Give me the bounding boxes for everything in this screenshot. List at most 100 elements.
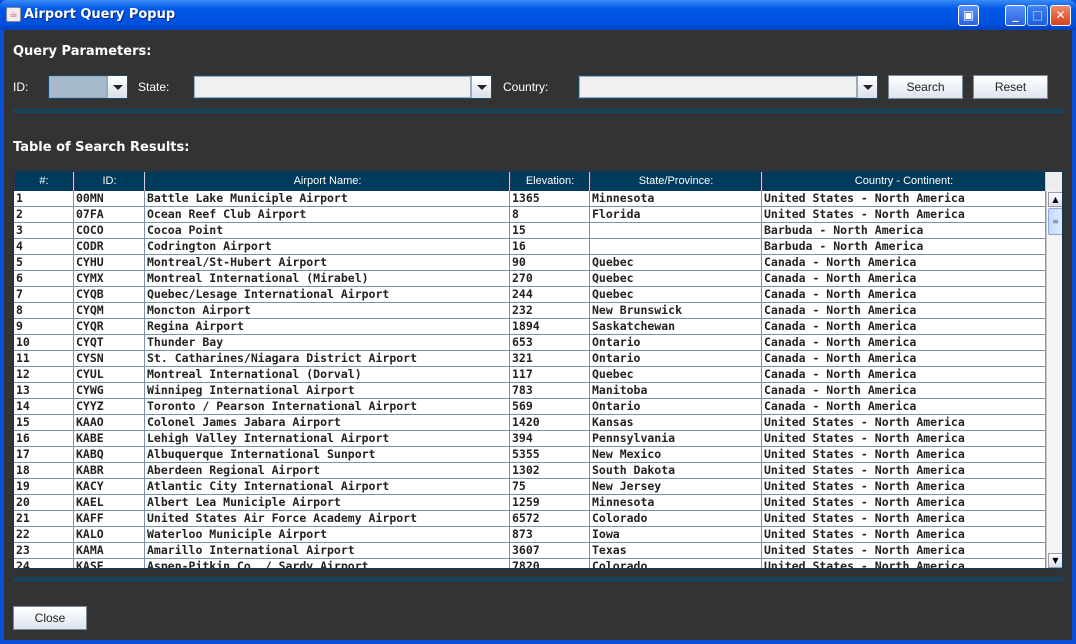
table-row[interactable]: 24 KASE Aspen-Pitkin Co. / Sardy Airport 78… — [14, 559, 1046, 568]
table-row[interactable]: 15 KAAO Colonel James Jabara Airport 1420 Ka… — [14, 415, 1046, 431]
table-header: #: ID: Airport Name: Elevation: State/Provin… — [14, 172, 1046, 191]
table-row[interactable]: 10 CYQT Thunder Bay 653 Ontario Canada - Nort… — [14, 335, 1046, 351]
cell-country-continent: Canada - North America — [762, 399, 1046, 415]
cell-state-province: Colorado — [590, 559, 762, 568]
scroll-up-icon[interactable]: ▲ — [1048, 192, 1062, 207]
table-row[interactable]: 9 CYQR Regina Airport 1894 Saskatchewan Canad… — [14, 319, 1046, 335]
column-header-airport-name[interactable]: Airport Name: — [145, 172, 510, 191]
window-body: Query Parameters: ID: State: Country: Se… — [4, 30, 1072, 640]
chevron-down-icon[interactable] — [857, 76, 877, 98]
cell-airport-name: Montreal/St-Hubert Airport — [145, 255, 510, 271]
cell-number: 2 — [14, 207, 74, 223]
table-body: 1 00MN Battle Lake Municiple Airport 1365 Mi… — [14, 191, 1046, 568]
state-label: State: — [138, 80, 170, 94]
cell-state-province: Minnesota — [590, 191, 762, 207]
cell-id: KABQ — [74, 447, 145, 463]
close-window-button[interactable]: ✕ — [1050, 5, 1071, 26]
cell-id: CYUL — [74, 367, 145, 383]
chevron-down-icon[interactable] — [107, 76, 127, 98]
table-row[interactable]: 19 KACY Atlantic City International Airpor… — [14, 479, 1046, 495]
table-row[interactable]: 5 CYHU Montreal/St-Hubert Airport 90 Quebec C… — [14, 255, 1046, 271]
table-row[interactable]: 8 CYQM Moncton Airport 232 New Brunswick Cana… — [14, 303, 1046, 319]
cell-airport-name: Winnipeg International Airport — [145, 383, 510, 399]
cell-elevation: 1302 — [510, 463, 590, 479]
table-row[interactable]: 16 KABE Lehigh Valley International Airpor… — [14, 431, 1046, 447]
table-row[interactable]: 17 KABQ Albuquerque International Sunport 5… — [14, 447, 1046, 463]
cell-elevation: 321 — [510, 351, 590, 367]
cell-elevation: 3607 — [510, 543, 590, 559]
scroll-thumb[interactable]: ≡ — [1048, 208, 1062, 235]
maximize-button[interactable]: □ — [1027, 5, 1048, 26]
cell-elevation: 8 — [510, 207, 590, 223]
cell-airport-name: Toronto / Pearson International Airport — [145, 399, 510, 415]
cell-state-province: South Dakota — [590, 463, 762, 479]
table-row[interactable]: 4 CODR Codrington Airport 16 Barbuda - North… — [14, 239, 1046, 255]
cell-airport-name: Montreal International (Dorval) — [145, 367, 510, 383]
column-header-elevation[interactable]: Elevation: — [510, 172, 590, 191]
cell-id: 00MN — [74, 191, 145, 207]
cell-airport-name: Lehigh Valley International Airport — [145, 431, 510, 447]
table-row[interactable]: 3 COCO Cocoa Point 15 Barbuda - North Americ… — [14, 223, 1046, 239]
java-icon: ☕ — [6, 7, 21, 22]
cell-country-continent: Barbuda - North America — [762, 223, 1046, 239]
id-combo[interactable] — [48, 75, 128, 99]
table-row[interactable]: 21 KAFF United States Air Force Academy Ai… — [14, 511, 1046, 527]
table-row[interactable]: 13 CYWG Winnipeg International Airport 783 M… — [14, 383, 1046, 399]
cell-state-province: Pennsylvania — [590, 431, 762, 447]
cell-country-continent: United States - North America — [762, 415, 1046, 431]
cell-id: KAAO — [74, 415, 145, 431]
country-combo[interactable] — [578, 75, 878, 99]
table-row[interactable]: 11 CYSN St. Catharines/Niagara District Ai… — [14, 351, 1046, 367]
cell-airport-name: Amarillo International Airport — [145, 543, 510, 559]
cell-state-province: Ontario — [590, 335, 762, 351]
cell-id: CYQB — [74, 287, 145, 303]
cell-country-continent: Canada - North America — [762, 287, 1046, 303]
table-row[interactable]: 18 KABR Aberdeen Regional Airport 1302 South… — [14, 463, 1046, 479]
vertical-scrollbar[interactable]: ▲ ≡ ▼ — [1046, 191, 1062, 568]
cell-state-province: Saskatchewan — [590, 319, 762, 335]
column-header-id[interactable]: ID: — [74, 172, 145, 191]
cell-state-province: Texas — [590, 543, 762, 559]
cell-airport-name: Moncton Airport — [145, 303, 510, 319]
cell-number: 14 — [14, 399, 74, 415]
results-table[interactable]: #: ID: Airport Name: Elevation: State/Provin… — [13, 171, 1063, 569]
cell-elevation: 653 — [510, 335, 590, 351]
search-button[interactable]: Search — [888, 75, 963, 99]
column-header-state-province[interactable]: State/Province: — [590, 172, 762, 191]
table-row[interactable]: 2 07FA Ocean Reef Club Airport 8 Florida Unit… — [14, 207, 1046, 223]
scroll-down-icon[interactable]: ▼ — [1048, 553, 1062, 568]
column-header-country-continent[interactable]: Country - Continent: — [762, 172, 1046, 191]
table-row[interactable]: 14 CYYZ Toronto / Pearson International Ai… — [14, 399, 1046, 415]
table-row[interactable]: 7 CYQB Quebec/Lesage International Airport… — [14, 287, 1046, 303]
cell-airport-name: Albert Lea Municiple Airport — [145, 495, 510, 511]
cell-airport-name: Battle Lake Municiple Airport — [145, 191, 510, 207]
state-combo[interactable] — [193, 75, 492, 99]
cell-state-province: Ontario — [590, 351, 762, 367]
table-row[interactable]: 6 CYMX Montreal International (Mirabel) 270… — [14, 271, 1046, 287]
cell-elevation: 232 — [510, 303, 590, 319]
query-parameters-heading: Query Parameters: — [13, 44, 152, 59]
column-header-number[interactable]: #: — [14, 172, 74, 191]
pin-window-icon[interactable]: ▣ — [958, 5, 979, 26]
cell-elevation: 7820 — [510, 559, 590, 568]
cell-country-continent: Canada - North America — [762, 367, 1046, 383]
table-row[interactable]: 1 00MN Battle Lake Municiple Airport 1365 Mi… — [14, 191, 1046, 207]
table-row[interactable]: 23 KAMA Amarillo International Airport 3607… — [14, 543, 1046, 559]
cell-number: 12 — [14, 367, 74, 383]
close-button[interactable]: Close — [13, 606, 87, 630]
reset-button[interactable]: Reset — [973, 75, 1048, 99]
cell-elevation: 873 — [510, 527, 590, 543]
cell-elevation: 75 — [510, 479, 590, 495]
cell-elevation: 394 — [510, 431, 590, 447]
chevron-down-icon[interactable] — [471, 76, 491, 98]
cell-country-continent: United States - North America — [762, 431, 1046, 447]
table-row[interactable]: 12 CYUL Montreal International (Dorval) 117… — [14, 367, 1046, 383]
table-row[interactable]: 22 KALO Waterloo Municiple Airport 873 Iowa U… — [14, 527, 1046, 543]
divider — [13, 577, 1063, 581]
cell-airport-name: Regina Airport — [145, 319, 510, 335]
minimize-button[interactable]: _ — [1005, 5, 1026, 26]
cell-country-continent: Canada - North America — [762, 271, 1046, 287]
cell-country-continent: Canada - North America — [762, 335, 1046, 351]
table-row[interactable]: 20 KAEL Albert Lea Municiple Airport 1259 Mi… — [14, 495, 1046, 511]
cell-id: CYSN — [74, 351, 145, 367]
